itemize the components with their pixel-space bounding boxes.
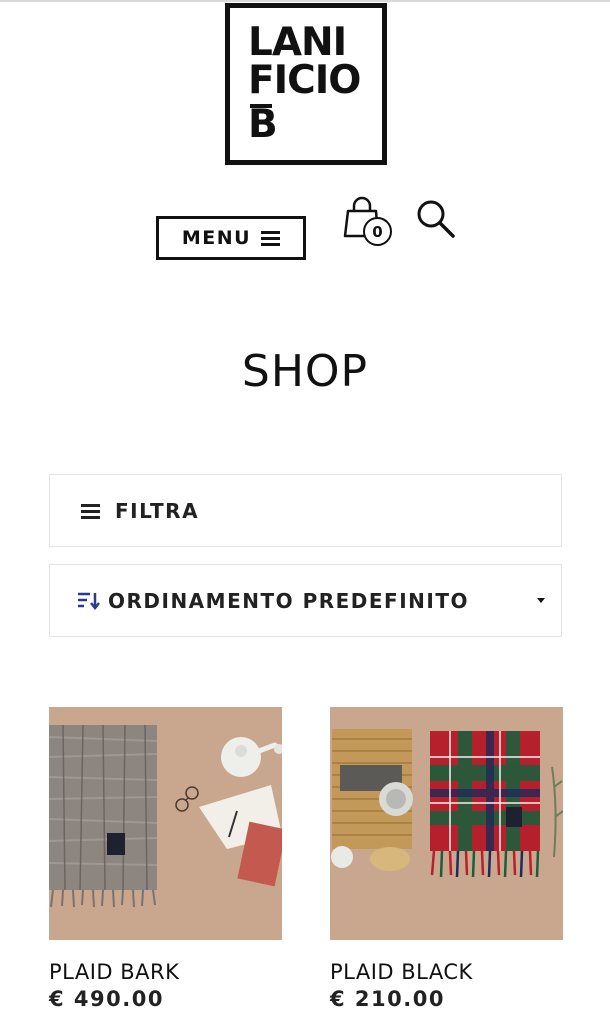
logo-bar (250, 104, 272, 108)
cart-button[interactable]: 0 (343, 196, 399, 248)
product-name[interactable]: PLAID BARK (49, 960, 179, 984)
search-button[interactable] (415, 198, 457, 240)
sort-label: ORDINAMENTO PREDEFINITO (108, 589, 469, 613)
logo-line-1: LANI (248, 20, 347, 65)
sort-select[interactable]: ORDINAMENTO PREDEFINITO (49, 564, 562, 637)
page-title: SHOP (241, 346, 369, 397)
caret-down-icon (537, 598, 545, 603)
product-card[interactable]: PLAID BLACK € 210.00 (330, 707, 563, 1011)
search-icon (417, 200, 455, 238)
product-name[interactable]: PLAID BLACK (330, 960, 473, 984)
filter-button[interactable]: FILTRA (49, 474, 562, 547)
menu-label: MENU (181, 227, 252, 249)
product-card[interactable]: PLAID BARK € 490.00 (49, 707, 282, 1011)
hamburger-icon (261, 230, 281, 246)
menu-button[interactable]: MENU (156, 216, 306, 260)
product-price: € 490.00 (49, 987, 164, 1011)
filter-label: FILTRA (115, 499, 200, 523)
logo-line-3: B (248, 102, 278, 147)
product-image[interactable] (49, 707, 282, 940)
logo-wordmark: LANI FICIO B (248, 20, 361, 147)
filter-icon (81, 504, 100, 519)
product-image[interactable] (330, 707, 563, 940)
site-logo[interactable]: LANI FICIO B (225, 3, 387, 165)
cart-count-badge: 0 (363, 217, 392, 246)
product-price: € 210.00 (330, 987, 445, 1011)
top-divider (0, 0, 610, 2)
sort-icon (78, 592, 100, 610)
logo-line-2: FICIO (248, 58, 361, 103)
